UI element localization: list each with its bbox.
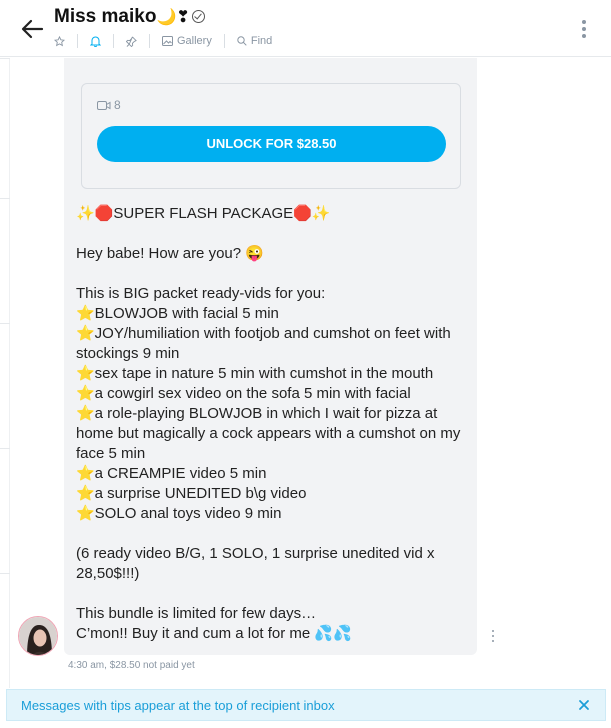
unlock-button[interactable]: UNLOCK FOR $28.50 xyxy=(97,126,446,162)
chat-header: Miss maiko🌙❣ Gallery Find xyxy=(0,0,611,57)
chat-toolbar: Gallery Find xyxy=(54,32,284,50)
find-label: Find xyxy=(250,35,273,47)
bell-icon xyxy=(90,36,101,47)
message-meta: 4:30 am, $28.50 not paid yet xyxy=(68,660,195,671)
pin-button[interactable] xyxy=(114,34,149,48)
chat-name-emoji: 🌙❣ xyxy=(156,9,190,26)
avatar[interactable] xyxy=(18,616,58,656)
video-icon xyxy=(97,100,111,110)
tips-info-banner: Messages with tips appear at the top of … xyxy=(6,689,606,721)
pin-icon xyxy=(126,36,137,47)
chat-title[interactable]: Miss maiko🌙❣ xyxy=(54,6,205,28)
back-arrow-icon[interactable] xyxy=(20,18,44,40)
media-count: 8 xyxy=(97,98,121,112)
gallery-icon xyxy=(162,36,173,46)
left-rail xyxy=(0,58,10,688)
locked-media-card: 8 UNLOCK FOR $28.50 xyxy=(81,83,461,189)
media-count-value: 8 xyxy=(114,98,121,112)
message-bubble: 8 UNLOCK FOR $28.50 ✨🛑SUPER FLASH PACKAG… xyxy=(64,58,477,655)
gallery-button[interactable]: Gallery xyxy=(150,34,224,48)
search-icon xyxy=(237,36,247,46)
favorite-button[interactable] xyxy=(54,34,77,48)
message-options-icon[interactable] xyxy=(491,630,495,642)
close-icon[interactable] xyxy=(577,698,591,712)
find-button[interactable]: Find xyxy=(225,34,284,48)
verified-icon xyxy=(191,10,205,23)
gallery-label: Gallery xyxy=(177,35,212,47)
chat-name-text: Miss maiko xyxy=(54,6,157,27)
star-icon xyxy=(54,35,65,46)
message-text: ✨🛑SUPER FLASH PACKAGE🛑✨ Hey babe! How ar… xyxy=(76,205,461,642)
notifications-button[interactable] xyxy=(78,34,113,48)
more-options-icon[interactable] xyxy=(581,20,587,38)
banner-text: Messages with tips appear at the top of … xyxy=(21,698,335,713)
